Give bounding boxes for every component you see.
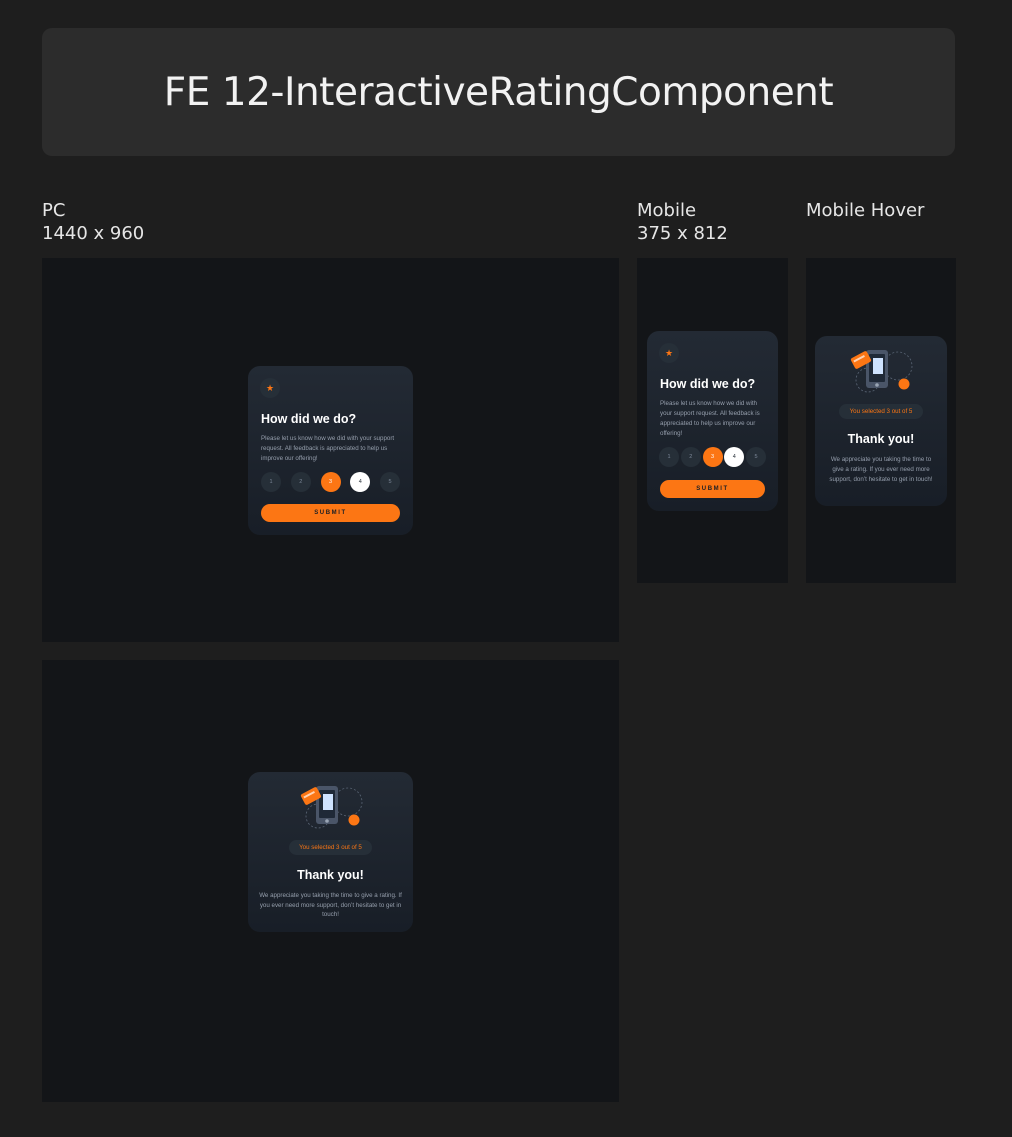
rating-button-5[interactable]: 5 xyxy=(746,447,766,467)
rating-button-3[interactable]: 3 xyxy=(320,472,341,492)
mobile-thank-you-card: You selected 3 out of 5 Thank you! We ap… xyxy=(815,336,947,506)
rating-button-1[interactable]: 1 xyxy=(261,472,281,492)
mobile-submit-button[interactable]: SUBMIT xyxy=(660,480,765,498)
mobile-label-size: 375 x 812 xyxy=(637,223,728,244)
thank-you-description: We appreciate you taking the time to giv… xyxy=(259,892,402,918)
rating-button-2[interactable]: 2 xyxy=(680,447,701,467)
mobile-rating-card: ★ How did we do? Please let us know how … xyxy=(647,331,778,511)
mobile-label-name: Mobile xyxy=(637,200,697,221)
pc-frame-label: PC 1440 x 960 xyxy=(42,199,144,245)
selection-badge: You selected 3 out of 5 xyxy=(289,840,372,855)
rating-button-1[interactable]: 1 xyxy=(659,447,679,467)
rating-button-4[interactable]: 4 xyxy=(350,472,371,492)
thank-you-heading: Thank you! xyxy=(297,868,364,882)
submit-button[interactable]: SUBMIT xyxy=(261,504,400,522)
star-icon: ★ xyxy=(260,378,280,398)
title-banner: FE 12-InteractiveRatingComponent xyxy=(42,28,955,156)
rating-button-4[interactable]: 4 xyxy=(724,447,745,467)
mobile-thank-you-description: We appreciate you taking the time to giv… xyxy=(829,456,933,483)
mobile-selection-badge: You selected 3 out of 5 xyxy=(839,404,923,419)
pc-label-size: 1440 x 960 xyxy=(42,223,145,244)
rating-options: 1 2 3 4 5 xyxy=(261,472,400,492)
mobile-thank-you-heading: Thank you! xyxy=(847,432,915,446)
pc-rating-frame: ★ How did we do? Please let us know how … xyxy=(42,258,619,642)
mobile-rating-options: 1 2 3 4 5 xyxy=(659,447,766,467)
mobile-hover-frame: You selected 3 out of 5 Thank you! We ap… xyxy=(806,258,956,583)
rating-button-5[interactable]: 5 xyxy=(380,472,400,492)
mobile-hover-label-name: Mobile Hover xyxy=(806,200,925,221)
page-title: FE 12-InteractiveRatingComponent xyxy=(163,69,834,115)
mobile-rating-description: Please let us know how we did with your … xyxy=(660,400,760,437)
phone-card-illustration xyxy=(850,350,913,393)
rating-card: ★ How did we do? Please let us know how … xyxy=(248,366,413,535)
pc-label-name: PC xyxy=(42,200,66,221)
rating-description: Please let us know how we did with your … xyxy=(261,435,395,462)
pc-thank-you-frame: You selected 3 out of 5 Thank you! We ap… xyxy=(42,660,619,1102)
rating-button-2[interactable]: 2 xyxy=(290,472,311,492)
rating-button-3[interactable]: 3 xyxy=(702,447,723,467)
mobile-rating-heading: How did we do? xyxy=(660,377,756,391)
mobile-rating-frame: ★ How did we do? Please let us know how … xyxy=(637,258,788,583)
mobile-frame-label: Mobile 375 x 812 xyxy=(637,199,728,245)
thank-you-card: You selected 3 out of 5 Thank you! We ap… xyxy=(248,772,413,932)
star-icon: ★ xyxy=(659,343,679,363)
phone-card-illustration xyxy=(300,786,363,829)
mobile-hover-frame-label: Mobile Hover xyxy=(806,199,924,222)
rating-heading: How did we do? xyxy=(261,412,357,426)
